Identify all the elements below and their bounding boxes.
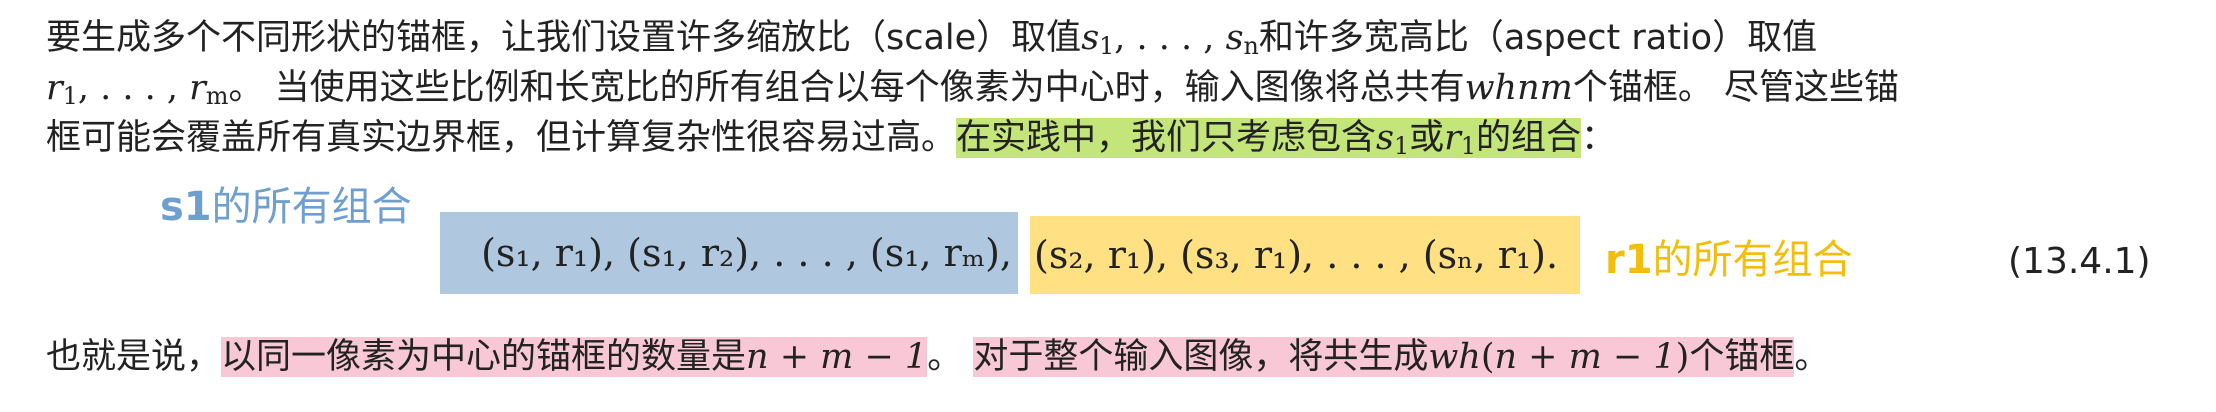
paragraph-anchor-count: 也就是说，以同一像素为中心的锚框的数量是n + m − 1。 对于整个输入图像，… xyxy=(46,332,2196,382)
equation-s1-group: (s₁, r₁), (s₁, r₂), . . . , (s₁, rₘ), xyxy=(440,212,1018,294)
equation-blue-text: (s₁, r₁), (s₁, r₂), . . . , (s₁, rₘ), xyxy=(481,231,1012,275)
math-ellipsis: , . . . , xyxy=(77,68,190,108)
text-segment: 。 xyxy=(1794,337,1830,377)
math-r1: r1 xyxy=(46,68,78,111)
text-segment: 也就是说， xyxy=(46,337,222,377)
text-segment: 个锚框。 尽管这些锚 xyxy=(1572,68,1899,108)
text-segment: 。 xyxy=(927,337,963,377)
equation-number: (13.4.1) xyxy=(2008,241,2151,282)
highlight-pink-1: 以同一像素为中心的锚框的数量是n + m − 1 xyxy=(221,337,928,377)
text-segment: 框可能会覆盖所有真实边界框，但计算复杂性很容易过高。 xyxy=(46,118,957,158)
math-rm: rm xyxy=(189,68,229,111)
highlight-green: 在实践中，我们只考虑包含s1或r1的组合 xyxy=(956,118,1582,161)
math-r1: r1 xyxy=(1444,118,1477,161)
annotation-s1-combinations: s1的所有组合的所有组合 xyxy=(160,184,412,230)
paragraph-line-2: r1, . . . , rm。 当使用这些比例和长宽比的所有组合以每个像素为中心… xyxy=(46,63,2196,113)
math-ellipsis: , . . . , xyxy=(1114,18,1226,58)
paragraph-line-1: 要生成多个不同形状的锚框，让我们设置许多缩放比（scale）取值s1, . . … xyxy=(46,13,2196,63)
math-n-plus-m-minus-1: n + m − 1 xyxy=(746,337,928,377)
text-segment: 。 当使用这些比例和长宽比的所有组合以每个像素为中心时，输入图像将总共有 xyxy=(228,68,1465,108)
paragraph-line-4: 也就是说，以同一像素为中心的锚框的数量是n + m − 1。 对于整个输入图像，… xyxy=(46,332,2196,382)
annotation-r1-combinations: r1的所有组合 xyxy=(1605,237,1853,283)
equation-yellow-text: (s₂, r₁), (s₃, r₁), . . . , (sₙ, r₁). xyxy=(1034,233,1559,277)
equation-r1-group: (s₂, r₁), (s₃, r₁), . . . , (sₙ, r₁). xyxy=(1030,216,1580,294)
paragraph-anchor-intro: 要生成多个不同形状的锚框，让我们设置许多缩放比（scale）取值s1, . . … xyxy=(46,13,2196,163)
math-s1: s1 xyxy=(1081,18,1115,61)
paragraph-line-3: 框可能会覆盖所有真实边界框，但计算复杂性很容易过高。在实践中，我们只考虑包含s1… xyxy=(46,113,2196,163)
math-whnm: whnm xyxy=(1464,68,1573,108)
math-sn: sn xyxy=(1225,18,1259,61)
math-paren-close: ) xyxy=(1675,337,1690,377)
text-segment: 和许多宽高比（aspect ratio）取值 xyxy=(1258,18,1818,58)
text-segment: ： xyxy=(1581,118,1617,158)
math-s1: s1 xyxy=(1376,118,1410,161)
math-n-plus-m-minus-1: n + m − 1 xyxy=(1494,337,1676,377)
highlight-pink-2: 对于整个输入图像，将共生成wh(n + m − 1)个锚框 xyxy=(973,337,1795,377)
math-wh: wh xyxy=(1428,337,1481,377)
math-paren-open: ( xyxy=(1480,337,1495,377)
text-segment: 要生成多个不同形状的锚框，让我们设置许多缩放比（scale）取值 xyxy=(46,18,1082,58)
